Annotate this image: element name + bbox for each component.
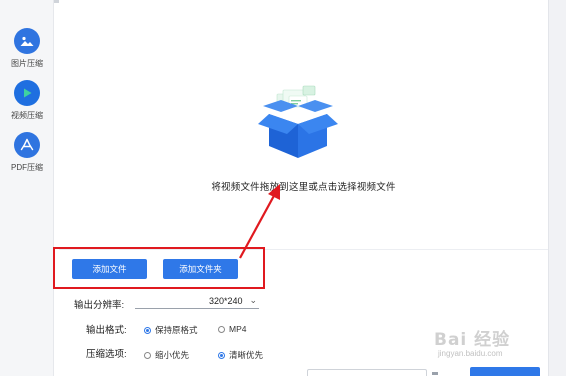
image-icon bbox=[14, 28, 40, 54]
sidebar-item-label: PDF压缩 bbox=[11, 163, 43, 172]
resolution-select[interactable]: 320*240 ⌄ bbox=[135, 295, 259, 309]
format-option-mp4[interactable]: MP4 bbox=[218, 324, 246, 334]
watermark-url: jingyan.baidu.com bbox=[438, 349, 503, 358]
format-option-keep[interactable]: 保持原格式 bbox=[144, 324, 198, 336]
sidebar-item-video-compress[interactable]: 视频压缩 bbox=[0, 80, 54, 121]
sidebar-item-label: 图片压缩 bbox=[11, 59, 43, 68]
sidebar-item-pdf-compress[interactable]: PDF压缩 bbox=[0, 132, 54, 173]
play-icon bbox=[14, 80, 40, 106]
watermark-brand: Bai 经验 bbox=[434, 330, 511, 350]
drop-zone-hint: 将视频文件拖放到这里或点击选择视频文件 bbox=[211, 182, 396, 193]
resolution-value: 320*240 bbox=[209, 296, 243, 306]
radio-selected-icon bbox=[218, 351, 225, 359]
radio-icon bbox=[218, 325, 225, 333]
compress-option-label: 清晰优先 bbox=[229, 350, 264, 360]
main-panel: 将视频文件拖放到这里或点击选择视频文件 输出分辨率: 输出格式: 压缩选项: bbox=[59, 0, 548, 376]
sidebar-item-image-compress[interactable]: 图片压缩 bbox=[0, 28, 54, 69]
right-scroll-strip[interactable] bbox=[548, 0, 566, 376]
compress-option-clarity[interactable]: 清晰优先 bbox=[218, 349, 263, 361]
browse-icon[interactable] bbox=[432, 372, 438, 375]
format-option-label: 保持原格式 bbox=[155, 325, 198, 335]
format-option-label: MP4 bbox=[229, 324, 247, 334]
output-path-input[interactable] bbox=[307, 369, 427, 376]
file-drop-zone[interactable]: 将视频文件拖放到这里或点击选择视频文件 bbox=[59, 6, 548, 250]
compress-label: 压缩选项: bbox=[86, 349, 127, 360]
radio-selected-icon bbox=[144, 326, 151, 334]
add-folder-button[interactable]: 添加文件夹 bbox=[163, 259, 238, 279]
chevron-down-icon: ⌄ bbox=[249, 295, 257, 305]
radio-icon bbox=[144, 351, 151, 359]
sidebar-item-label: 视频压缩 bbox=[11, 111, 43, 120]
compress-option-size[interactable]: 缩小优先 bbox=[144, 349, 189, 361]
format-label: 输出格式: bbox=[86, 325, 127, 336]
pdf-icon bbox=[14, 132, 40, 158]
watermark: Bai 经验 jingyan.baidu.com bbox=[434, 325, 552, 369]
sidebar: 图片压缩 视频压缩 PDF压缩 bbox=[0, 0, 54, 376]
open-box-icon bbox=[255, 84, 341, 160]
annotation-arrow bbox=[239, 184, 280, 259]
add-file-button[interactable]: 添加文件 bbox=[72, 259, 147, 279]
compress-option-label: 缩小优先 bbox=[155, 350, 190, 360]
resolution-label: 输出分辨率: bbox=[74, 300, 125, 311]
